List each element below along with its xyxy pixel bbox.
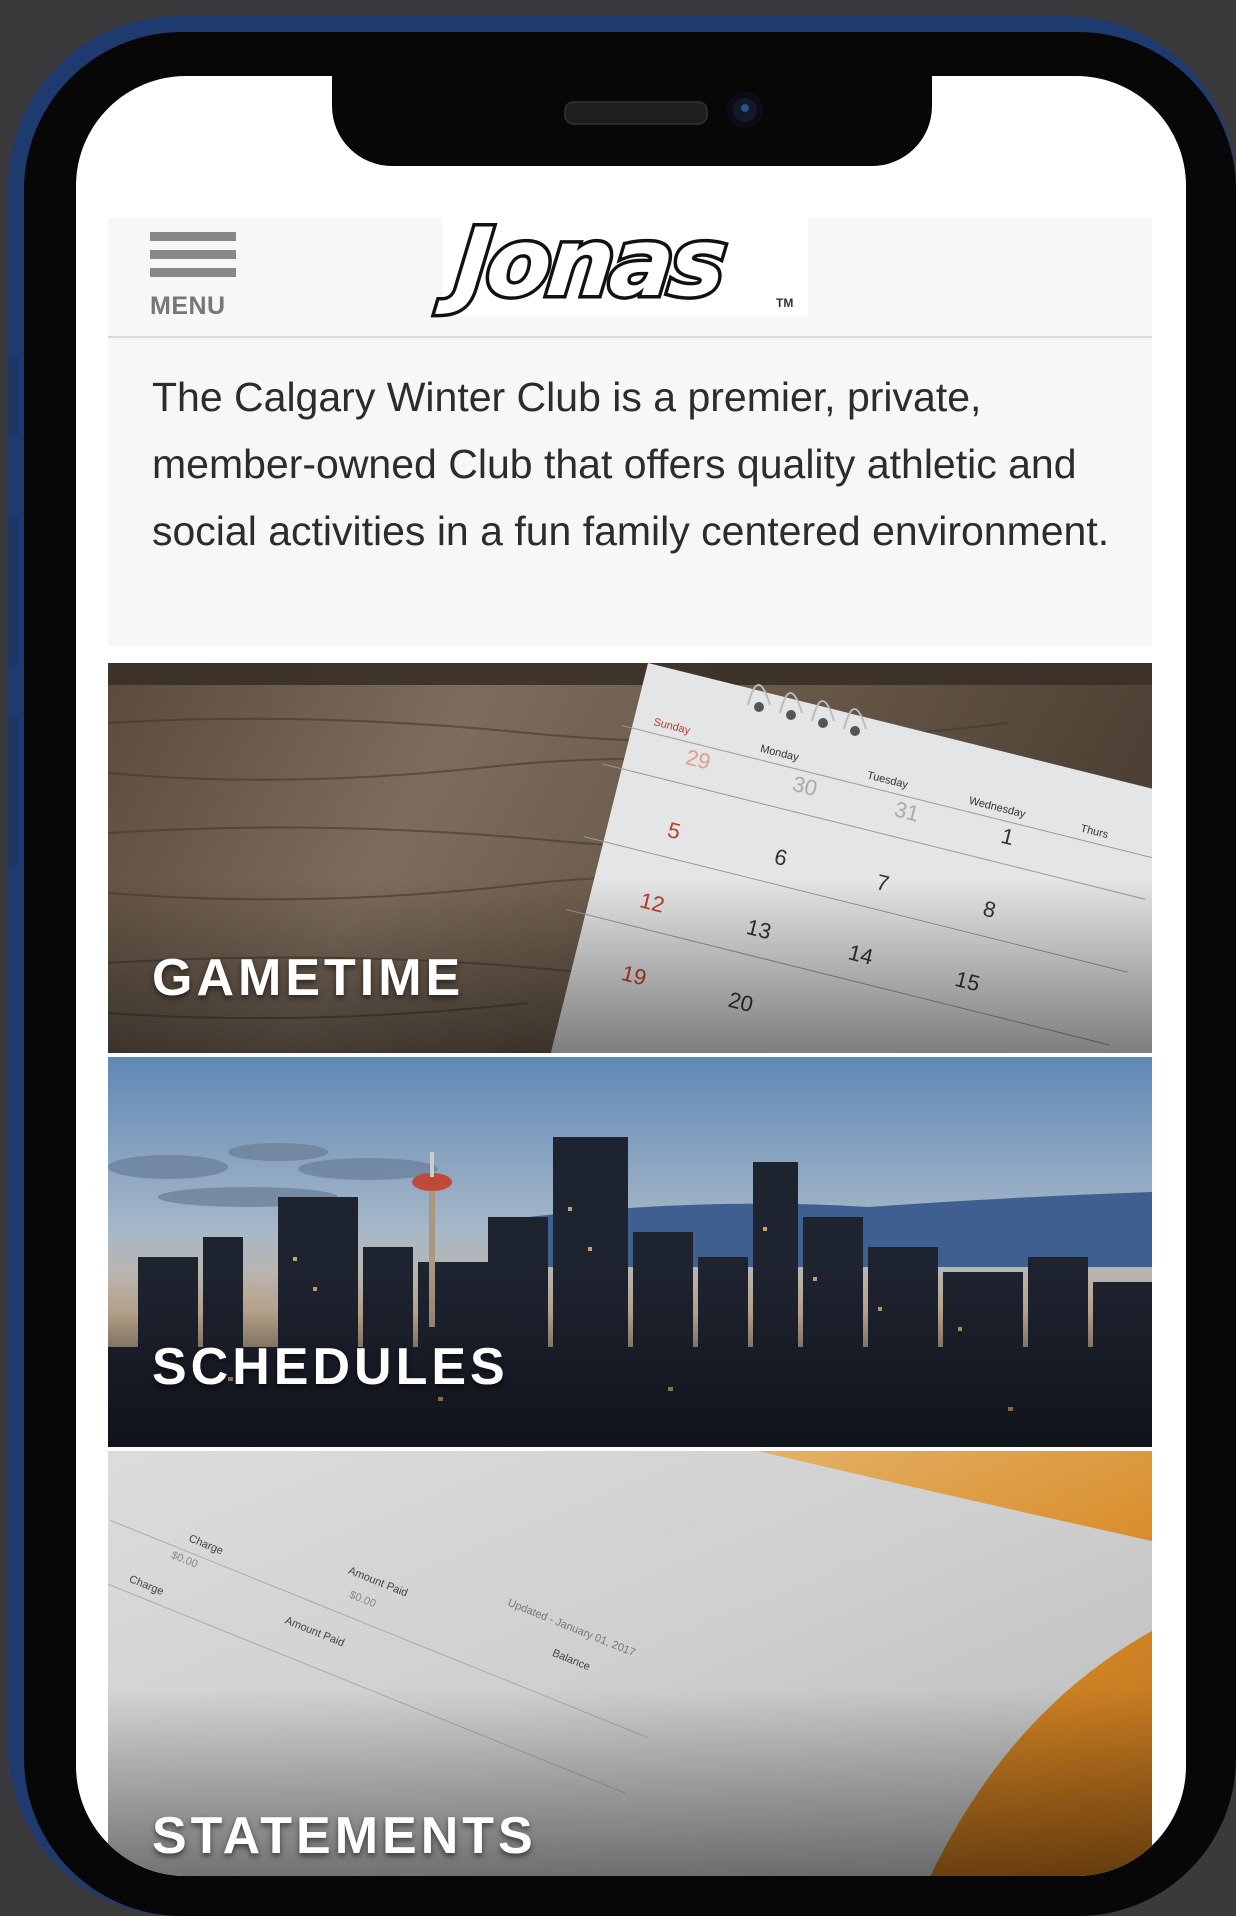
side-button-silent bbox=[8, 356, 18, 436]
tile-label-statements: STATEMENTS bbox=[152, 1807, 537, 1865]
menu-button[interactable]: MENU bbox=[150, 232, 236, 322]
logo-trademark: TM bbox=[776, 296, 794, 310]
speaker-grille bbox=[564, 101, 708, 125]
notch bbox=[332, 76, 932, 166]
club-intro: The Calgary Winter Club is a premier, pr… bbox=[108, 338, 1152, 646]
side-button-volume-up bbox=[8, 516, 18, 666]
side-button-volume-down bbox=[8, 716, 18, 866]
app-header: MENU Jonas TM bbox=[108, 206, 1152, 338]
tile-label-gametime: GAMETIME bbox=[152, 949, 465, 1007]
tile-label-schedules: SCHEDULES bbox=[152, 1338, 509, 1396]
tile-gametime[interactable]: Sunday Monday Tuesday Wednesday Thurs 29… bbox=[108, 663, 1152, 1053]
phone-screen: MENU Jonas TM The Calgary Winter Club is… bbox=[76, 76, 1186, 1876]
tile-statements[interactable]: Charge $0.00 Amount Paid $0.00 Charge Am… bbox=[108, 1451, 1152, 1876]
jonas-logo: Jonas TM bbox=[442, 206, 808, 322]
logo-wordmark: Jonas bbox=[447, 206, 731, 322]
front-camera bbox=[727, 92, 763, 128]
menu-label: MENU bbox=[150, 292, 226, 320]
tile-schedules[interactable]: SCHEDULES bbox=[108, 1057, 1152, 1447]
intro-text: The Calgary Winter Club is a premier, pr… bbox=[152, 374, 1110, 554]
